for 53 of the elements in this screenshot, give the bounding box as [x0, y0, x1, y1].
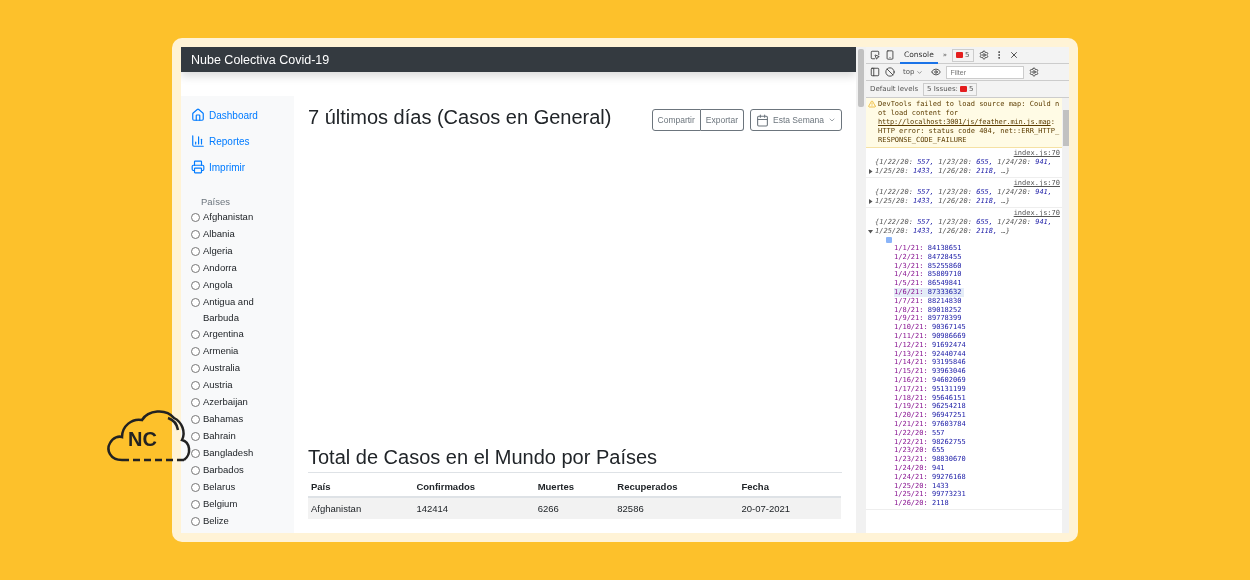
toolbar-button[interactable]: Compartir — [651, 109, 701, 131]
nav-link[interactable]: Reportes — [191, 128, 294, 154]
calendar-icon — [755, 113, 769, 127]
home-icon — [191, 108, 205, 122]
logo-text: NC — [128, 428, 157, 451]
page-scrollbar[interactable] — [856, 47, 866, 533]
warning-icon — [868, 100, 876, 108]
sidebar-toggle-icon[interactable] — [870, 67, 880, 77]
country-radio[interactable]: Azerbaijan — [191, 394, 281, 411]
bar-chart-icon — [191, 134, 205, 148]
nav-link[interactable]: Dashboard — [191, 102, 294, 128]
country-radio[interactable]: Armenia — [191, 343, 281, 360]
inspect-icon[interactable] — [870, 50, 880, 60]
toolbar-button[interactable]: Exportar — [700, 109, 744, 131]
country-radio[interactable]: Austria — [191, 377, 281, 394]
eye-icon[interactable] — [931, 67, 942, 77]
settings-icon[interactable] — [1029, 67, 1040, 77]
console-scrollbar[interactable] — [1062, 98, 1069, 533]
country-radio[interactable]: Belize — [191, 513, 281, 530]
table-cell: 82586 — [614, 497, 739, 519]
country-radio[interactable]: Belgium — [191, 496, 281, 513]
country-radio[interactable]: Algeria — [191, 243, 281, 260]
country-radio[interactable]: Belarus — [191, 479, 281, 496]
caret-icon — [828, 116, 836, 124]
country-radio[interactable]: Australia — [191, 360, 281, 377]
clear-console-icon[interactable] — [885, 67, 895, 77]
collapsed-triangle-icon[interactable] — [868, 169, 873, 174]
country-radio[interactable]: Antigua and Barbuda — [191, 294, 281, 326]
brand-title: Nube Colectiva Covid-19 — [191, 52, 330, 67]
country-radio[interactable]: Andorra — [191, 260, 281, 277]
nav-link[interactable]: Imprimir — [191, 154, 294, 180]
caret-icon — [916, 68, 924, 76]
settings-icon[interactable] — [978, 50, 989, 60]
close-icon[interactable] — [1008, 50, 1019, 60]
country-radio[interactable]: Barbados — [191, 462, 281, 479]
printer-icon — [191, 160, 205, 174]
info-icon — [886, 237, 892, 243]
chart-title: 7 últimos días (Casos en General) — [308, 106, 612, 129]
country-radio[interactable]: Argentina — [191, 326, 281, 343]
device-icon[interactable] — [885, 50, 895, 60]
expanded-triangle-icon[interactable] — [868, 229, 873, 234]
sidebar-heading: Países — [201, 196, 232, 207]
country-radio[interactable]: Bahamas — [191, 411, 281, 428]
country-radio[interactable]: Albania — [191, 226, 281, 243]
table-title: Total de Casos en el Mundo por Países — [308, 446, 842, 473]
country-radio[interactable]: Afghanistan — [191, 209, 281, 226]
country-radio[interactable]: Angola — [191, 277, 281, 294]
collapsed-triangle-icon[interactable] — [868, 199, 873, 204]
range-dropdown[interactable]: Esta Semana — [749, 109, 842, 131]
table-cell: 142414 — [413, 497, 535, 519]
table-cell: Afghanistan — [308, 497, 414, 519]
country-radio[interactable]: Bangladesh — [191, 445, 281, 462]
country-radio[interactable]: Bahrain — [191, 428, 281, 445]
